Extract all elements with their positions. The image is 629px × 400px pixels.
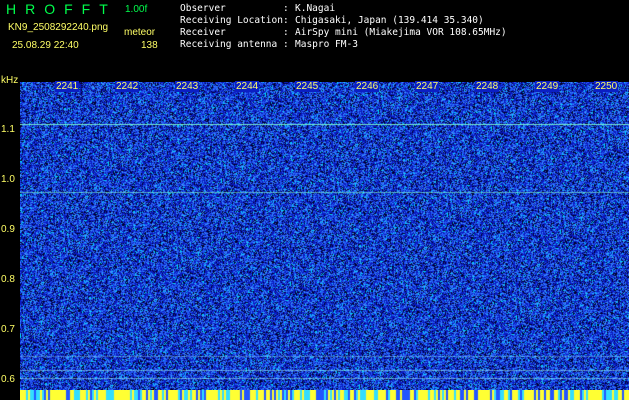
x-tick-label: 2248: [475, 81, 500, 92]
spectrogram-canvas: [20, 82, 629, 390]
app-version: 1.00f: [125, 4, 148, 15]
x-tick-label: 2241: [55, 81, 80, 92]
x-tick-label: 2243: [175, 81, 200, 92]
x-tick-label: 2245: [295, 81, 320, 92]
antenna-separator: :: [283, 39, 289, 50]
y-tick-label: 0.7: [1, 324, 15, 335]
receiver-value: AirSpy mini (Miakejima VOR 108.65MHz): [295, 27, 507, 38]
x-tick-label: 2246: [355, 81, 380, 92]
x-tick-label: 2250: [594, 81, 619, 92]
observer-separator: :: [283, 3, 289, 14]
meteor-count: 138: [141, 40, 158, 51]
location-separator: :: [283, 15, 289, 26]
y-tick-label: 0.8: [1, 274, 15, 285]
y-axis-unit: kHz: [1, 75, 19, 86]
detection-mode: meteor: [124, 27, 156, 38]
location-value: Chigasaki, Japan (139.414 35.340): [295, 15, 484, 26]
antenna-value: Maspro FM-3: [295, 39, 358, 50]
x-tick-label: 2247: [415, 81, 440, 92]
signal-level-strip: [20, 390, 629, 400]
receiver-separator: :: [283, 27, 289, 38]
x-tick-label: 2249: [535, 81, 560, 92]
file-name: KN9_2508292240.png: [8, 22, 109, 33]
app-logo: HROFFT: [6, 1, 117, 17]
observer-value: K.Nagai: [295, 3, 336, 14]
observer-label: Observer: [180, 3, 226, 14]
y-tick-label: 0.9: [1, 224, 15, 235]
y-tick-label: 1.0: [1, 174, 15, 185]
capture-timestamp: 25.08.29 22:40: [12, 40, 79, 51]
x-tick-label: 2242: [115, 81, 140, 92]
antenna-label: Receiving antenna: [180, 39, 278, 50]
x-tick-label: 2244: [235, 81, 260, 92]
y-tick-label: 1.1: [1, 124, 15, 135]
location-label: Receiving Location: [180, 15, 283, 26]
receiver-label: Receiver: [180, 27, 226, 38]
y-tick-label: 0.6: [1, 374, 15, 385]
